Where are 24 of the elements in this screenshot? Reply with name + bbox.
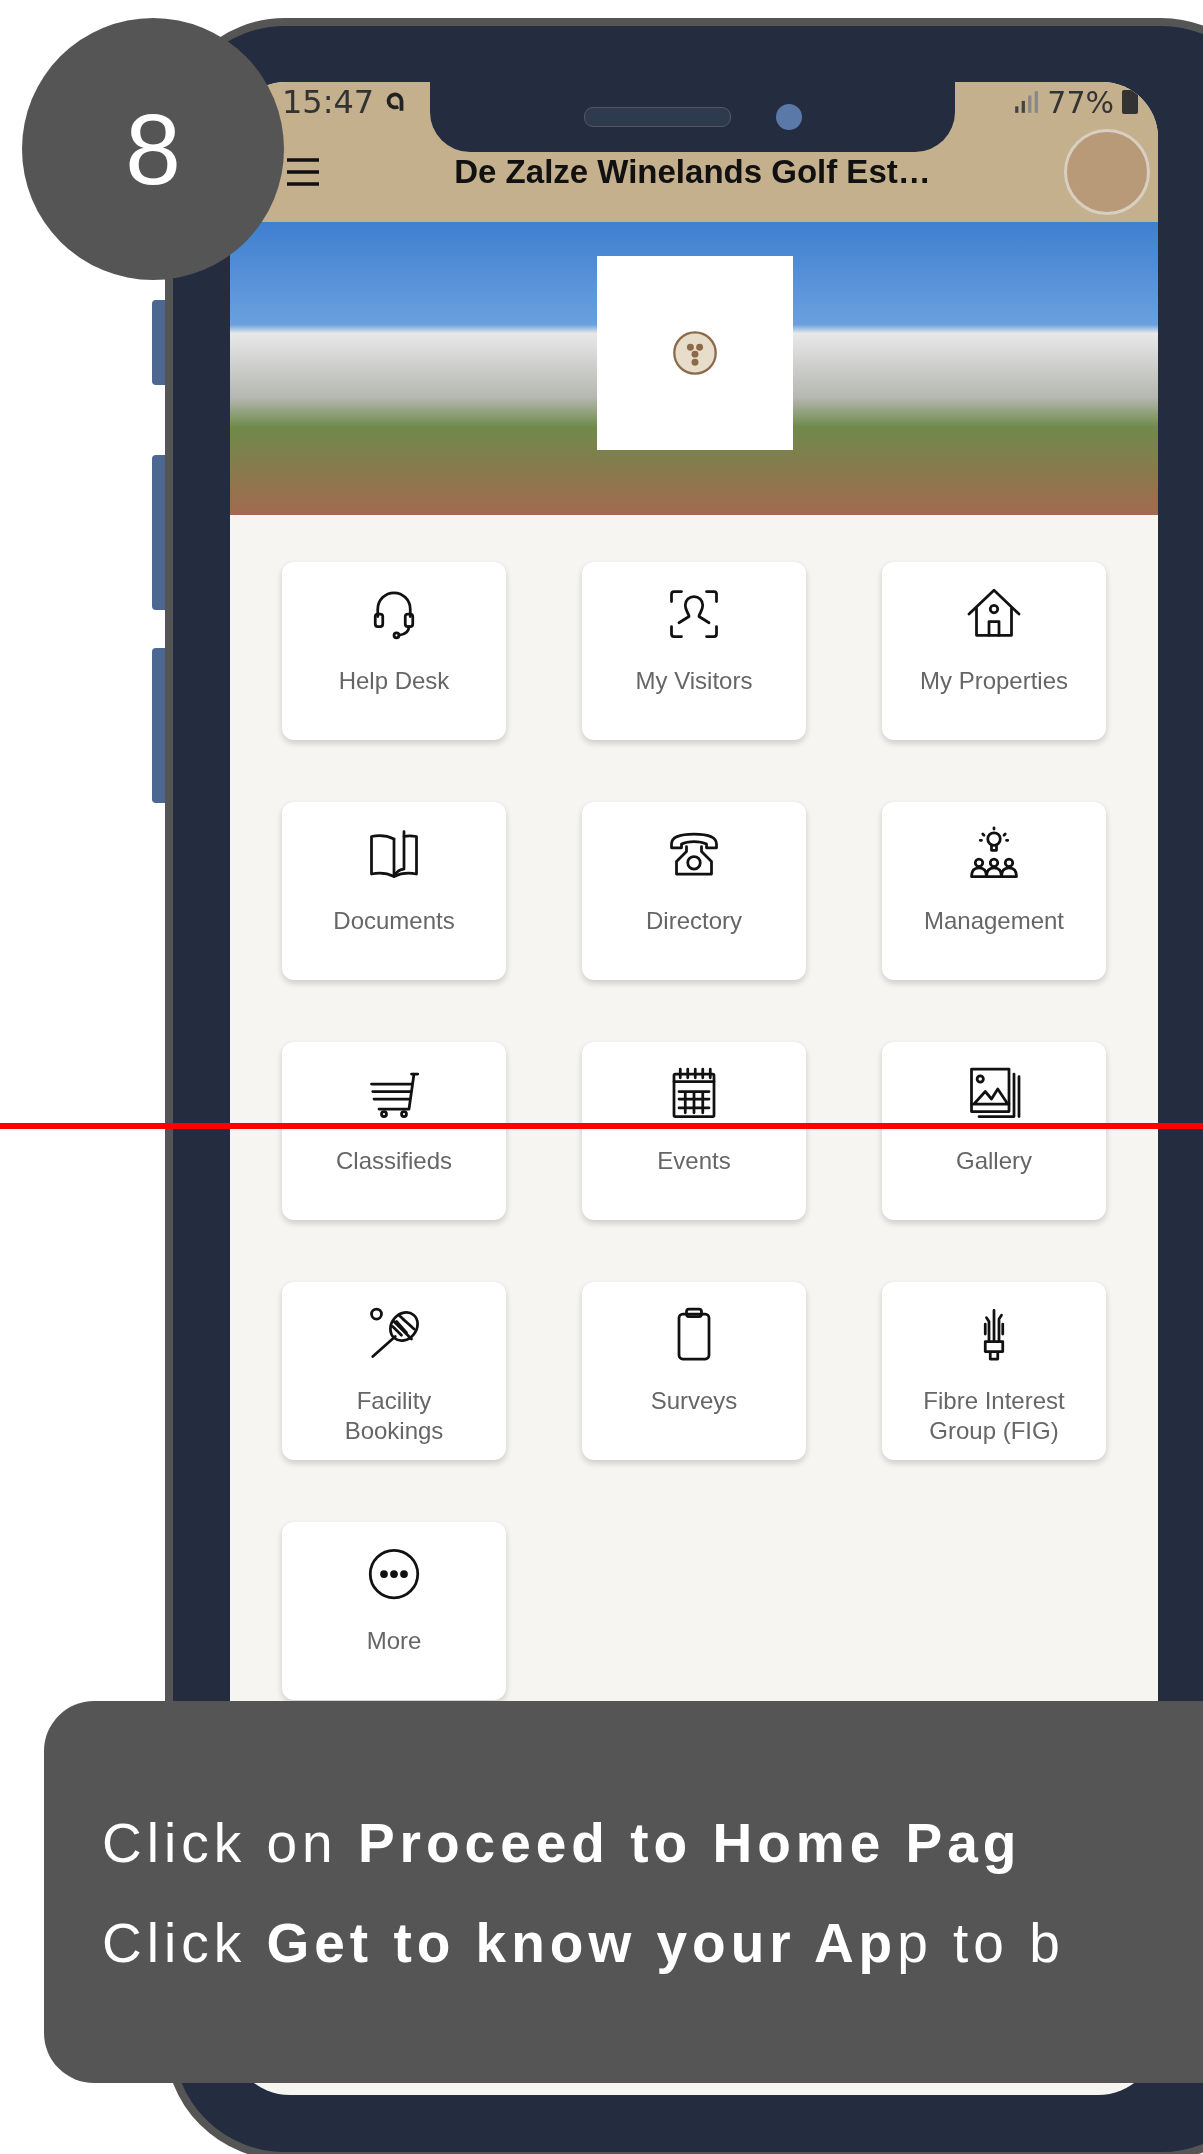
menu-tile[interactable]: More bbox=[282, 1522, 506, 1700]
signal-icon bbox=[1013, 91, 1040, 113]
instruction-text: Click Get to know your App to b bbox=[102, 1911, 1066, 1976]
menu-tile[interactable]: Help Desk bbox=[282, 562, 506, 740]
grape-logo-icon bbox=[672, 329, 718, 376]
step-number: 8 bbox=[22, 18, 284, 280]
menu-tile[interactable]: Management bbox=[882, 802, 1106, 980]
menu-icon[interactable] bbox=[285, 157, 321, 187]
menu-tile[interactable]: Classifieds bbox=[282, 1042, 506, 1220]
menu-tile[interactable]: Surveys bbox=[582, 1282, 806, 1460]
menu-tile[interactable]: Documents bbox=[282, 802, 506, 980]
app-title: De Zalze Winelands Golf Est… bbox=[453, 153, 932, 191]
menu-tile[interactable]: Fibre Interest Group (FIG) bbox=[882, 1282, 1106, 1460]
menu-tile[interactable]: Events bbox=[582, 1042, 806, 1220]
status-time: 15:47 bbox=[282, 83, 375, 121]
camera-dot bbox=[775, 104, 802, 130]
menu-tile[interactable]: My Properties bbox=[882, 562, 1106, 740]
menu-tile[interactable]: Gallery bbox=[882, 1042, 1106, 1220]
menu-tile[interactable]: Facility Bookings bbox=[282, 1282, 506, 1460]
battery-icon bbox=[1122, 90, 1138, 114]
battery-percent: 77% bbox=[1047, 84, 1114, 120]
menu-tile[interactable]: My Visitors bbox=[582, 562, 806, 740]
instruction-text: Click on Proceed to Home Pag bbox=[102, 1811, 1023, 1876]
menu-tile[interactable]: Directory bbox=[582, 802, 806, 980]
